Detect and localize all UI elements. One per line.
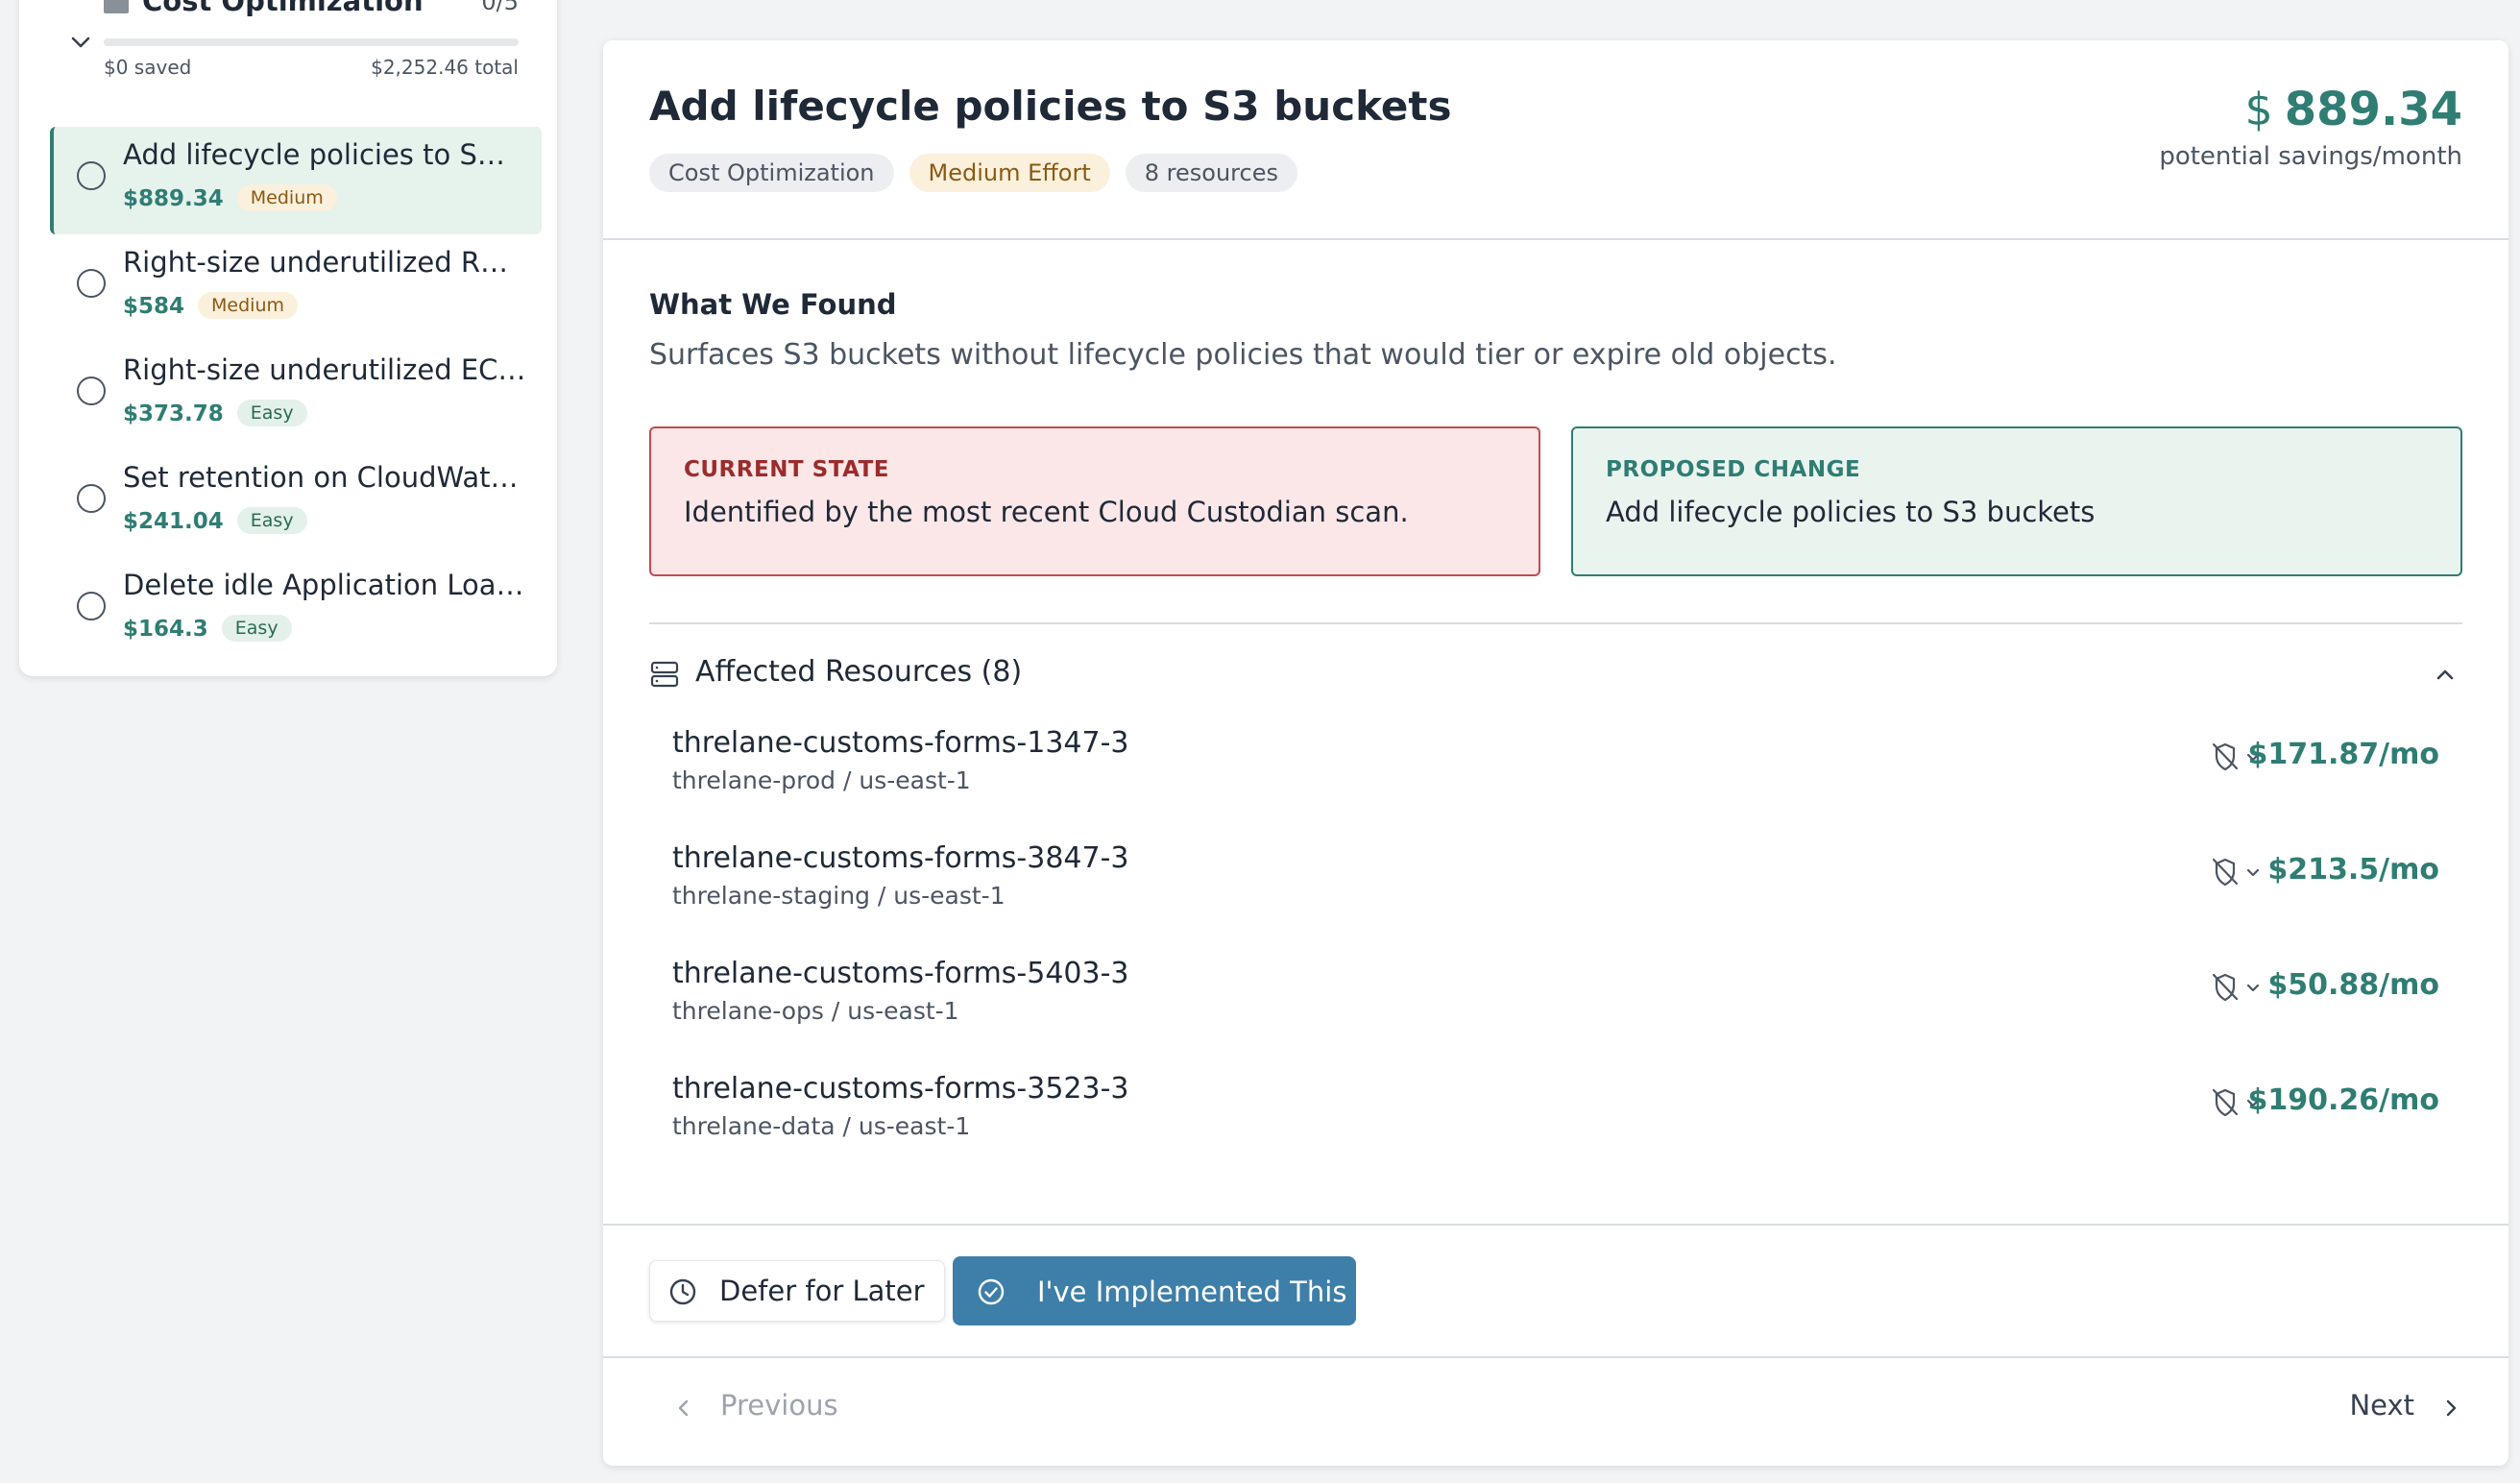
resource-location: threlane-data / us-east-1 — [672, 1112, 971, 1140]
recommendation-item-ec2[interactable]: Right-size underutilized EC2 instances $… — [19, 342, 557, 450]
nav-divider — [603, 1356, 2508, 1358]
defer-for-later-button[interactable]: Defer for Later — [649, 1260, 945, 1322]
status-radio[interactable] — [77, 269, 106, 298]
detail-header: Add lifecycle policies to S3 buckets Cos… — [603, 40, 2508, 240]
resource-name: threlane-customs-forms-5403-3 — [672, 957, 1129, 990]
resource-name: threlane-customs-forms-1347-3 — [672, 726, 1129, 760]
group-progress-count: 0/5 — [481, 0, 519, 15]
recommendation-item-alb[interactable]: Delete idle Application Load Balancers $… — [19, 557, 557, 665]
recommendation-amount: $241.04 Easy — [123, 507, 307, 534]
defer-label: Defer for Later — [719, 1275, 925, 1307]
proposed-change-label: PROPOSED CHANGE — [1606, 457, 1861, 482]
current-state-box: CURRENT STATE Identified by the most rec… — [649, 426, 1540, 576]
shield-off-dropdown-icon[interactable] — [2209, 855, 2270, 889]
check-circle-icon — [978, 1278, 1005, 1305]
status-radio[interactable] — [77, 377, 106, 405]
status-radio[interactable] — [77, 161, 106, 190]
proposed-change-text: Add lifecycle policies to S3 buckets — [1606, 496, 2096, 528]
actions-divider — [603, 1224, 2508, 1226]
previous-button[interactable]: Previous — [672, 1389, 838, 1422]
resource-count-chip: 8 resources — [1125, 154, 1297, 192]
resource-cost: $190.26/mo — [2247, 1083, 2439, 1117]
affected-resources-list: threlane-customs-forms-1347-3 threlane-p… — [672, 726, 2439, 1187]
effort-badge: Easy — [221, 615, 292, 642]
next-label: Next — [2349, 1389, 2414, 1422]
total-amount: $2,252.46 total — [371, 56, 519, 79]
recommendation-name: Delete idle Application Load Balancers — [123, 569, 526, 601]
chevron-left-icon — [678, 1399, 689, 1417]
section-divider — [649, 622, 2462, 624]
recommendation-name: Add lifecycle policies to S3 buckets — [123, 138, 511, 171]
resource-location: threlane-ops / us-east-1 — [672, 997, 959, 1025]
resource-cost: $171.87/mo — [2247, 738, 2439, 771]
what-we-found-heading: What We Found — [649, 288, 897, 321]
recommendation-list: Add lifecycle policies to S3 buckets $88… — [19, 127, 557, 665]
effort-badge: Medium — [236, 184, 337, 211]
recommendation-sidebar: Cost Optimization 0/5 $0 saved $2,252.46… — [19, 0, 557, 676]
recommendation-name: Right-size underutilized EC2 instances — [123, 353, 526, 386]
implemented-button[interactable]: I've Implemented This — [953, 1256, 1356, 1325]
chevron-up-icon[interactable] — [2428, 657, 2462, 692]
resource-row: threlane-customs-forms-3523-3 threlane-d… — [672, 1072, 2439, 1187]
recommendation-item-rds[interactable]: Right-size underutilized RDS instances $… — [19, 234, 557, 342]
group-progress-bar — [104, 38, 519, 46]
effort-badge: Easy — [236, 507, 307, 534]
previous-label: Previous — [720, 1389, 838, 1422]
effort-badge: Medium — [198, 292, 298, 319]
recommendation-name: Set retention on CloudWatch log groups — [123, 461, 526, 494]
recommendation-detail-card: Add lifecycle policies to S3 buckets Cos… — [603, 40, 2508, 1466]
recommendation-item-cloudwatch[interactable]: Set retention on CloudWatch log groups $… — [19, 450, 557, 557]
resource-row: threlane-customs-forms-5403-3 threlane-o… — [672, 957, 2439, 1072]
resource-location: threlane-prod / us-east-1 — [672, 766, 971, 794]
folder-icon — [104, 0, 129, 13]
implemented-label: I've Implemented This — [1037, 1276, 1347, 1308]
saved-amount: $0 saved — [104, 56, 192, 79]
recommendation-item-s3-lifecycle[interactable]: Add lifecycle policies to S3 buckets $88… — [50, 127, 542, 234]
detail-chips: Cost Optimization Medium Effort 8 resour… — [649, 154, 1297, 192]
effort-badge: Easy — [236, 400, 307, 426]
chevron-right-icon — [2446, 1399, 2457, 1417]
current-state-text: Identified by the most recent Cloud Cust… — [684, 496, 1409, 528]
resource-location: threlane-staging / us-east-1 — [672, 882, 1006, 910]
category-chip: Cost Optimization — [649, 154, 894, 192]
recommendation-amount: $373.78 Easy — [123, 400, 307, 426]
what-we-found-text: Surfaces S3 buckets without lifecycle po… — [649, 338, 1837, 372]
detail-title: Add lifecycle policies to S3 buckets — [649, 83, 1452, 130]
server-icon — [650, 661, 679, 688]
resource-cost: $213.5/mo — [2267, 853, 2439, 887]
proposed-change-box: PROPOSED CHANGE Add lifecycle policies t… — [1571, 426, 2462, 576]
resource-name: threlane-customs-forms-3847-3 — [672, 841, 1129, 875]
recommendation-amount: $584 Medium — [123, 292, 298, 319]
savings-amount: $889.34 — [2244, 83, 2462, 136]
affected-resources-header[interactable]: Affected Resources (8) — [649, 653, 2462, 695]
resource-row: threlane-customs-forms-3847-3 threlane-s… — [672, 841, 2439, 957]
resource-row: threlane-customs-forms-1347-3 threlane-p… — [672, 726, 2439, 841]
potential-savings: $889.34 potential savings/month — [2159, 83, 2462, 171]
dollar-icon: $ — [2244, 84, 2273, 135]
group-title: Cost Optimization — [142, 0, 424, 17]
resource-cost: $50.88/mo — [2267, 968, 2439, 1002]
clock-icon — [669, 1278, 696, 1305]
recommendation-amount: $889.34 Medium — [123, 184, 337, 211]
status-radio[interactable] — [77, 592, 106, 620]
recommendation-name: Right-size underutilized RDS instances — [123, 246, 526, 279]
current-state-label: CURRENT STATE — [684, 457, 890, 482]
affected-resources-title: Affected Resources (8) — [695, 655, 1023, 689]
status-radio[interactable] — [77, 484, 106, 513]
resource-name: threlane-customs-forms-3523-3 — [672, 1072, 1129, 1106]
savings-label: potential savings/month — [2159, 142, 2462, 171]
shield-off-dropdown-icon[interactable] — [2209, 970, 2270, 1005]
next-button[interactable]: Next — [2349, 1389, 2462, 1422]
group-header: Cost Optimization 0/5 $0 saved $2,252.46… — [19, 0, 557, 108]
recommendation-amount: $164.3 Easy — [123, 615, 292, 642]
effort-chip: Medium Effort — [909, 154, 1110, 192]
chevron-down-icon[interactable] — [61, 23, 100, 61]
